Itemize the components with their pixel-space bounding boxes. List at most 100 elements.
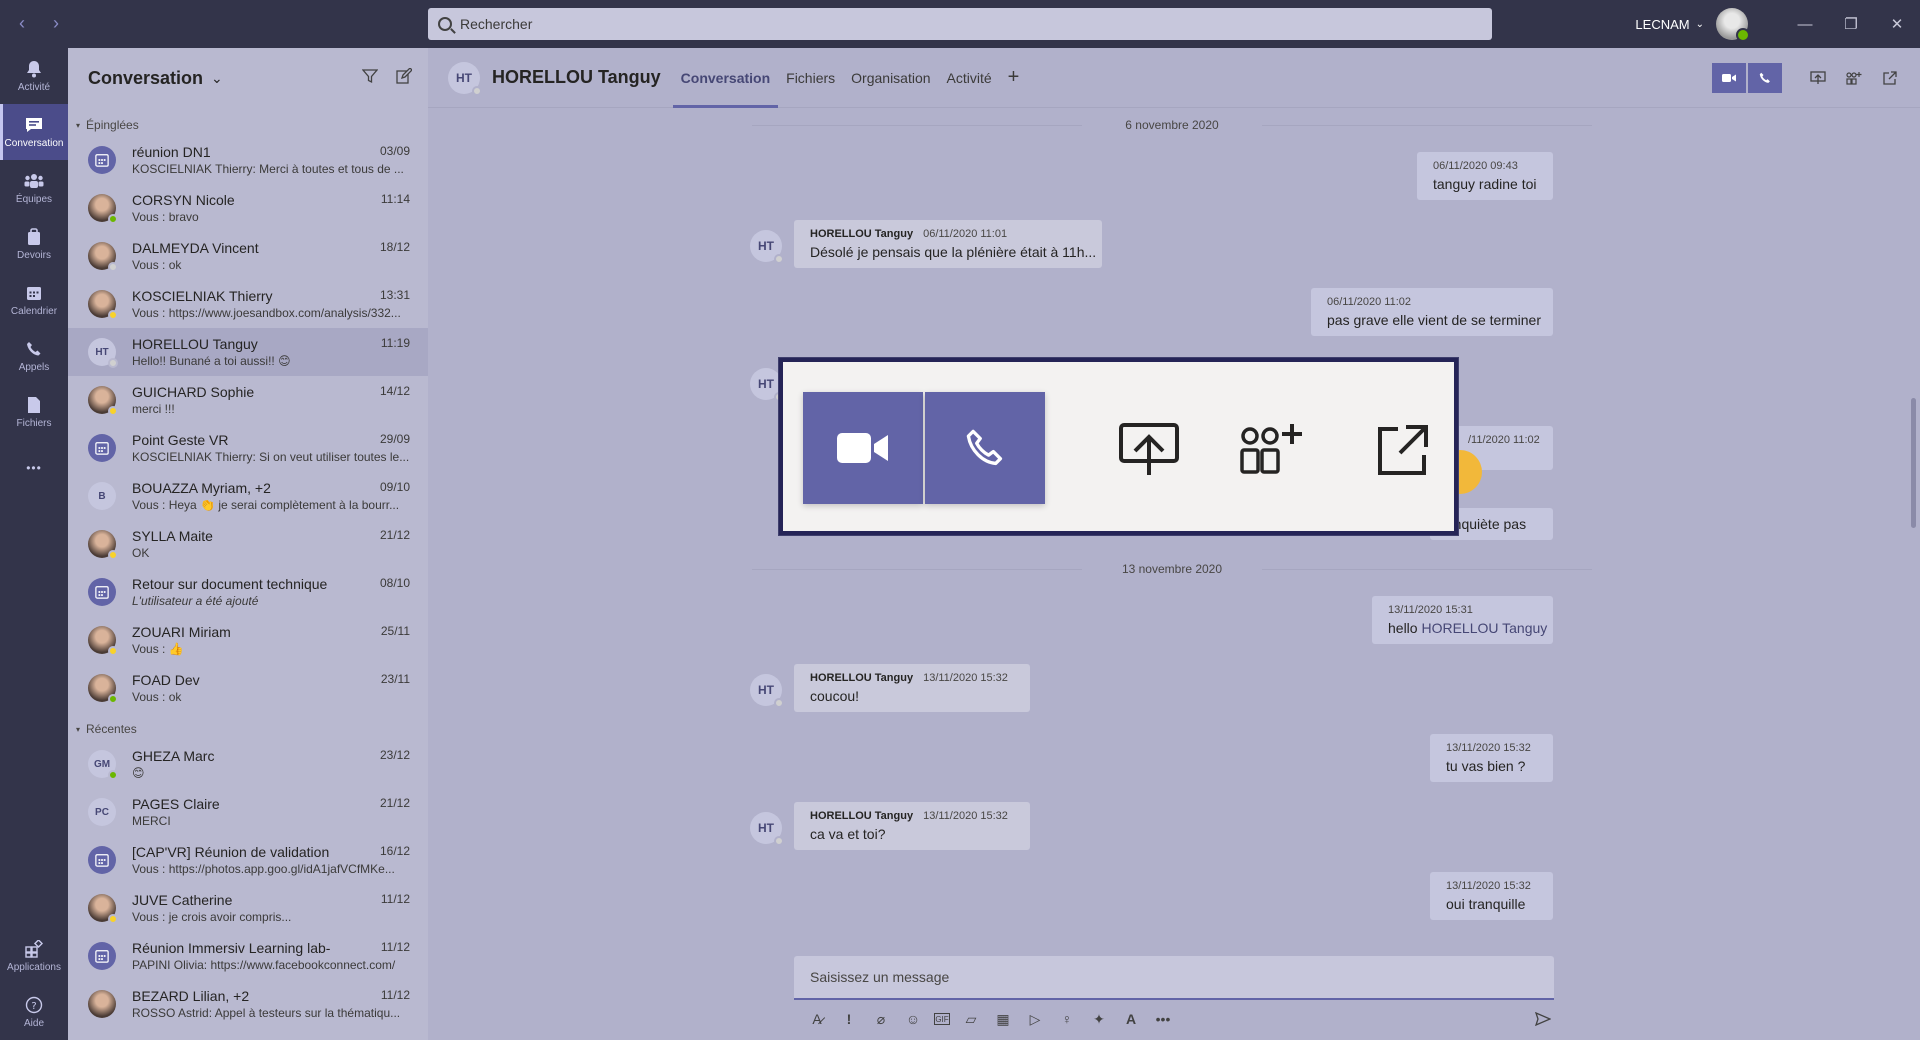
pop-out-icon-zoomed[interactable] — [1371, 422, 1435, 478]
message-sent[interactable]: 13/11/2020 15:32 tu vas bien ? — [1430, 734, 1553, 782]
chevron-left-icon[interactable]: ‹ — [12, 12, 32, 34]
close-button[interactable]: ✕ — [1874, 0, 1920, 48]
chat-list-item[interactable]: Réunion Immersiv Learning lab- PAPINI Oli… — [68, 932, 428, 980]
tab-conversation[interactable]: Conversation — [672, 48, 779, 108]
pop-out-icon[interactable] — [1872, 63, 1908, 93]
emoji-icon[interactable]: ☺ — [902, 1008, 924, 1030]
rail-item-assignments[interactable]: Devoirs — [0, 216, 68, 272]
apps-icon — [24, 939, 44, 958]
video-call-button-zoomed[interactable] — [803, 392, 923, 504]
chat-preview: PAPINI Olivia: https://www.facebookconne… — [132, 958, 396, 972]
apps-icon[interactable]: ✦ — [1088, 1008, 1110, 1030]
message-sent[interactable]: 06/11/2020 11:02 pas grave elle vient de… — [1311, 288, 1553, 336]
avatar[interactable]: HT — [750, 674, 784, 708]
rail-item-teams[interactable]: Équipes — [0, 160, 68, 216]
chat-list-item[interactable]: KOSCIELNIAK Thierry Vous : https://www.jo… — [68, 280, 428, 328]
chat-list-item[interactable]: DALMEYDA Vincent Vous : ok 18/12 — [68, 232, 428, 280]
rail-label: Devoirs — [17, 249, 51, 261]
chat-list-item[interactable]: Retour sur document technique L'utilisate… — [68, 568, 428, 616]
chat-list-item[interactable]: Point Geste VR KOSCIELNIAK Thierry: Si on… — [68, 424, 428, 472]
list-title[interactable]: Conversation — [88, 68, 203, 89]
presence-icon — [108, 214, 118, 224]
compose-box[interactable]: Saisissez un message — [794, 956, 1554, 1000]
chat-list-item[interactable]: B BOUAZZA Myriam, +2 Vous : Heya 👏 je sera… — [68, 472, 428, 520]
chat-name: DALMEYDA Vincent — [132, 240, 259, 256]
chat-list-item[interactable]: CORSYN Nicole Vous : bravo 11:14 — [68, 184, 428, 232]
profile-avatar[interactable] — [1716, 8, 1750, 42]
chat-list-item[interactable]: GUICHARD Sophie merci !!! 14/12 — [68, 376, 428, 424]
message-received[interactable]: HORELLOU Tanguy 13/11/2020 15:32 ca va et… — [794, 802, 1030, 850]
chat-list-item[interactable]: réunion DN1 KOSCIELNIAK Thierry: Merci à … — [68, 136, 428, 184]
add-people-icon-zoomed[interactable] — [1239, 422, 1303, 478]
chat-name: réunion DN1 — [132, 144, 211, 160]
new-chat-icon[interactable] — [396, 67, 413, 89]
format-icon[interactable]: A̷ — [806, 1008, 828, 1030]
more-options-icon[interactable]: ••• — [1152, 1008, 1174, 1030]
minimize-button[interactable]: — — [1782, 0, 1828, 48]
font-icon[interactable]: A — [1120, 1008, 1142, 1030]
rail-item-calls[interactable]: Appels — [0, 328, 68, 384]
send-icon[interactable] — [1528, 1004, 1558, 1034]
message-time: 13/11/2020 15:32 — [923, 672, 1008, 684]
message-sent[interactable]: 06/11/2020 09:43 tanguy radine toi — [1417, 152, 1553, 200]
rail-item-more[interactable]: ••• — [0, 440, 68, 496]
chat-list-item[interactable]: FOAD Dev Vous : ok 23/11 — [68, 664, 428, 712]
avatar[interactable]: HT — [750, 230, 784, 264]
message-time: 06/11/2020 09:43 — [1433, 160, 1518, 172]
chat-list-item[interactable]: BEZARD Lilian, +2 ROSSO Astrid: Appel à t… — [68, 980, 428, 1028]
message-text: tanguy radine toi — [1433, 176, 1537, 192]
chat-text: DALMEYDA Vincent Vous : ok — [132, 240, 410, 272]
audio-call-button-zoomed[interactable] — [925, 392, 1045, 504]
add-people-icon[interactable] — [1836, 63, 1872, 93]
chat-list-item[interactable]: [CAP'VR] Réunion de validation Vous : htt… — [68, 836, 428, 884]
chat-list-item[interactable]: JUVE Catherine Vous : je crois avoir comp… — [68, 884, 428, 932]
message-sent[interactable]: 13/11/2020 15:31 hello HORELLOU Tanguy — [1372, 596, 1553, 644]
section-pinned[interactable]: ▾ Épinglées — [68, 108, 428, 136]
chat-list-item[interactable]: SYLLA Maite OK 21/12 — [68, 520, 428, 568]
add-tab-button[interactable]: + — [1000, 48, 1028, 108]
praise-icon[interactable]: ♀ — [1056, 1008, 1078, 1030]
rail-item-conversation[interactable]: Conversation — [0, 104, 68, 160]
rail-item-calendar[interactable]: Calendrier — [0, 272, 68, 328]
avatar — [88, 530, 118, 560]
audio-call-button[interactable] — [1748, 63, 1782, 93]
sticker-icon[interactable]: ▱ — [960, 1008, 982, 1030]
message-received[interactable]: HORELLOU Tanguy 06/11/2020 11:01 Désolé j… — [794, 220, 1102, 268]
attach-icon[interactable]: ⌀ — [870, 1008, 892, 1030]
message-author: HORELLOU Tanguy — [810, 672, 914, 684]
chat-name: Réunion Immersiv Learning lab- — [132, 940, 331, 956]
chat-list-item[interactable]: HT HORELLOU Tanguy Hello!! Bunané a toi au… — [68, 328, 428, 376]
rail-item-files[interactable]: Fichiers — [0, 384, 68, 440]
chat-list-item[interactable]: PC PAGES Claire MERCI 21/12 — [68, 788, 428, 836]
avatar[interactable]: HT — [750, 812, 784, 846]
rail-item-help[interactable]: ? Aide — [0, 984, 68, 1040]
message-sent[interactable]: 13/11/2020 15:32 oui tranquille — [1430, 872, 1553, 920]
chevron-down-icon[interactable]: ⌄ — [211, 70, 223, 87]
filter-icon[interactable] — [361, 68, 379, 89]
tab-activity[interactable]: Activité — [939, 48, 1000, 108]
important-icon[interactable]: ! — [838, 1008, 860, 1030]
tab-files[interactable]: Fichiers — [778, 48, 843, 108]
pinned-list: réunion DN1 KOSCIELNIAK Thierry: Merci à … — [68, 136, 428, 712]
video-call-button[interactable] — [1712, 63, 1746, 93]
gif-icon[interactable]: GIF — [934, 1013, 950, 1025]
share-screen-icon-zoomed[interactable] — [1117, 422, 1181, 478]
scrollbar[interactable] — [1911, 398, 1916, 528]
message-received[interactable]: HORELLOU Tanguy 13/11/2020 15:32 coucou! — [794, 664, 1030, 712]
avatar[interactable]: HT — [448, 61, 482, 96]
rail-item-activity[interactable]: Activité — [0, 48, 68, 104]
schedule-meeting-icon[interactable]: ▦ — [992, 1008, 1014, 1030]
chat-list-item[interactable]: GM GHEZA Marc 😊 23/12 — [68, 740, 428, 788]
tab-organisation[interactable]: Organisation — [843, 48, 938, 108]
section-recent[interactable]: ▾ Récentes — [68, 712, 428, 740]
tenant-switcher[interactable]: LECNAM ⌄ — [1635, 17, 1704, 32]
stream-icon[interactable]: ▷ — [1024, 1008, 1046, 1030]
chevron-right-icon[interactable]: › — [46, 12, 66, 34]
rail-item-apps[interactable]: Applications — [0, 928, 68, 984]
restore-button[interactable]: ❐ — [1828, 0, 1874, 48]
chat-list-item[interactable]: ZOUARI Miriam Vous : 👍 25/11 — [68, 616, 428, 664]
search-input[interactable]: Rechercher — [428, 8, 1492, 40]
avatar[interactable]: HT — [750, 368, 784, 402]
share-screen-icon[interactable] — [1800, 63, 1836, 93]
mention-link[interactable]: HORELLOU Tanguy — [1421, 620, 1547, 636]
